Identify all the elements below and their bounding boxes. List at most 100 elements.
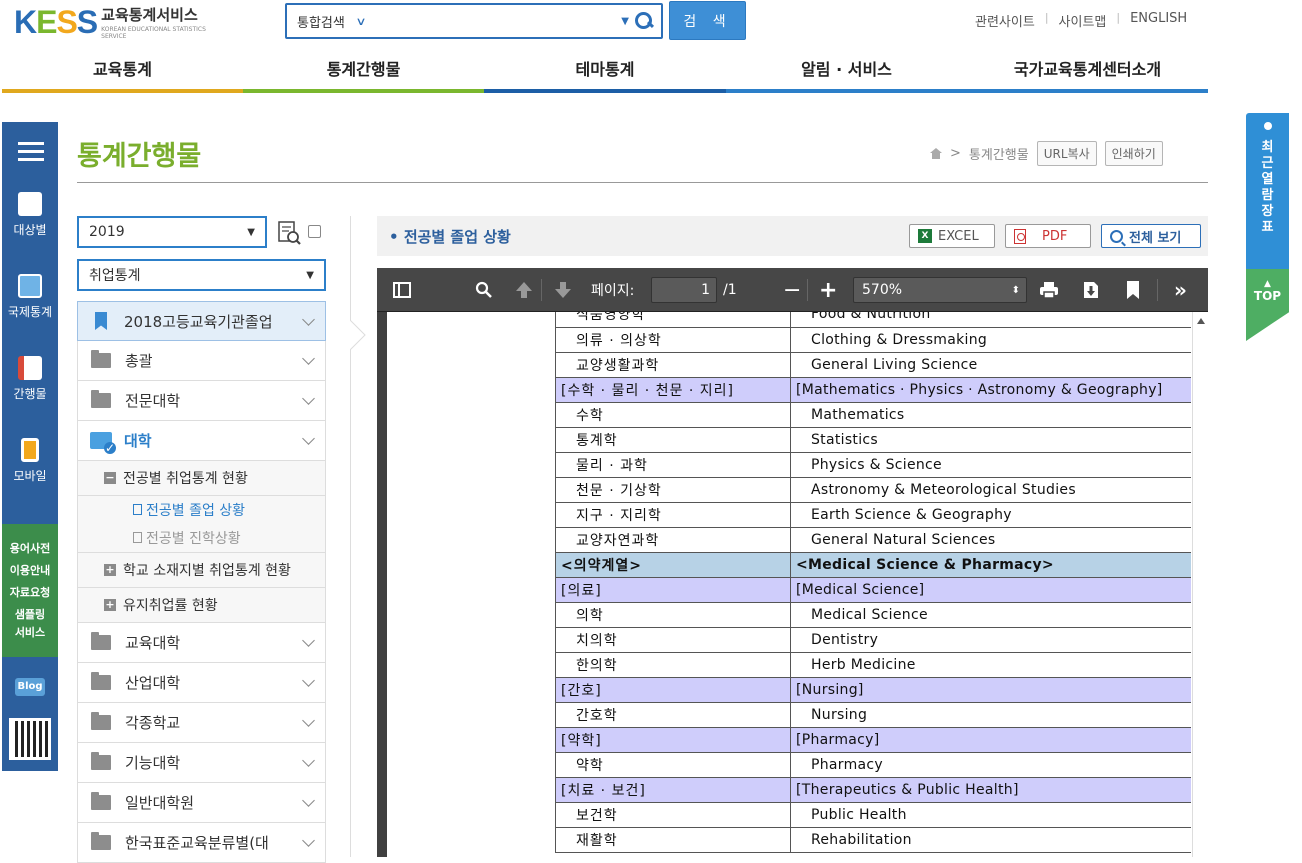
print-button[interactable]: 인쇄하기 [1104,141,1163,166]
quick-item-target[interactable]: 대상별 [2,192,58,238]
english-major-cell: Statistics [790,427,1191,453]
url-copy-button[interactable]: URL복사 [1036,141,1097,166]
more-tools-icon[interactable]: » [1174,268,1187,312]
tree-leaf-major-graduation[interactable]: 전공별 졸업 상황 [77,496,326,523]
korean-major-cell: [약학] [555,727,791,753]
zoom-in-icon[interactable]: + [819,268,837,312]
tree-item-university[interactable]: 대학 [77,421,326,461]
download-icon[interactable] [1083,268,1099,312]
quick-item-label: 대상별 [13,223,47,237]
find-icon[interactable] [475,268,493,312]
pdf-scrollbar[interactable] [1192,312,1208,857]
tree-item-label: 산업대학 [125,674,181,692]
search-button[interactable]: 검 색 [669,1,746,40]
korean-major-cell: 식품영양학 [555,312,791,328]
scroll-up-icon[interactable] [1197,318,1205,324]
korean-major-cell: 의학 [555,602,791,628]
quick-link-glossary[interactable]: 용어사전 [2,540,58,556]
table-row: 재활학 Rehabilitation [555,827,1191,853]
recent-views-button[interactable]: 최근열람장표 [1246,113,1289,269]
quick-link-sampling[interactable]: 샘플링 [2,606,58,622]
korean-major-cell: 한의학 [555,652,791,678]
home-icon[interactable] [930,148,942,159]
excel-download-button[interactable]: X EXCEL [909,224,995,248]
chevron-right-icon [350,320,366,350]
mobile-icon [21,438,39,462]
search-scope-label: 통합검색 [297,15,345,31]
pdf-viewer: 페이지: 1 /1 − + 570% ⬍ » 식품영양학 Food & Nutri… [377,268,1208,857]
english-major-cell: [Mathematics · Physics · Astronomy & Geo… [790,377,1191,403]
tree-leaf-major-advancement[interactable]: 전공별 진학상황 [77,523,326,553]
korean-major-cell: 교양생활과학 [555,352,791,378]
search-input[interactable] [407,5,622,37]
english-major-cell: [Medical Science] [790,577,1191,603]
full-view-label: 전체 보기 [1129,230,1182,246]
viewer-title: • 전공별 졸업 상황 [389,228,511,246]
util-link-related-sites[interactable]: 관련사이트 [975,11,1035,30]
quick-link-service[interactable]: 서비스 [2,624,58,640]
quick-item-mobile[interactable]: 모바일 [2,438,58,484]
table-row: 치의학 Dentistry [555,627,1191,653]
zoom-out-icon[interactable]: − [783,268,801,312]
viewer-title-text: 전공별 졸업 상황 [403,228,511,246]
tree-item-ksced[interactable]: 한국표준교육분류별(대 [77,823,326,863]
korean-major-cell: [수학 · 물리 · 천문 · 지리] [555,377,791,403]
quick-link-guide[interactable]: 이용안내 [2,562,58,578]
previous-page-icon[interactable] [515,268,533,312]
next-page-icon[interactable] [554,268,572,312]
chevron-down-icon: ∨ [355,14,367,28]
scroll-top-button[interactable]: ▲ TOP [1246,269,1289,341]
tree-sub-location-employment[interactable]: + 학교 소재지별 취업통계 현황 [77,553,326,588]
tree-item-industrial-college[interactable]: 산업대학 [77,663,326,703]
qr-code-icon [9,718,51,760]
print-icon[interactable] [1039,268,1059,312]
tree-item-education-college[interactable]: 교육대학 [77,623,326,663]
quick-item-publications[interactable]: 간행물 [2,356,58,402]
table-row: 보건학 Public Health [555,802,1191,828]
quick-nav: 대상별 국제통계 간행물 모바일 용어사전 이용안내 자료요청 샘플링 서비스 … [2,122,58,771]
document-search-icon[interactable] [276,220,302,246]
sidebar-toggle-icon[interactable] [393,268,411,312]
folder-icon [91,350,111,368]
kess-logo[interactable]: KESS 교육통계서비스 KOREAN EDUCATIONAL STATISTI… [14,4,224,40]
zoom-select[interactable]: 570% ⬍ [853,277,1027,303]
expand-icon: + [104,598,116,611]
search-scope-select[interactable]: 통합검색 ∨ [287,12,407,31]
table-row: 수학 Mathematics [555,402,1191,428]
tree-sub-major-employment[interactable]: − 전공별 취업통계 현황 [77,461,326,496]
toolbar-separator [541,268,542,312]
util-link-english[interactable]: ENGLISH [1130,11,1187,30]
select-checkbox[interactable] [308,225,321,238]
gnb-label: 통계간행물 [326,60,401,79]
quick-item-international[interactable]: 국제통계 [2,274,58,320]
tree-item-misc-schools[interactable]: 각종학교 [77,703,326,743]
tree-item-label: 대학 [124,432,152,450]
quick-link-data-request[interactable]: 자료요청 [2,584,58,600]
dropdown-arrow-icon[interactable]: ▼ [621,16,629,27]
tree-sub-retention-rate[interactable]: + 유지취업률 현황 [77,588,326,623]
folder-icon [91,792,111,810]
full-view-button[interactable]: 전체 보기 [1101,224,1201,248]
title-divider [77,182,1208,183]
tree-item-graduate-school[interactable]: 일반대학원 [77,783,326,823]
folder-icon [91,712,111,730]
tree-item-2018-graduates[interactable]: 2018고등교육기관졸업 [77,301,326,341]
tree-item-polytechnic[interactable]: 기능대학 [77,743,326,783]
table-row: 천문 · 기상학 Astronomy & Meteorological Studi… [555,477,1191,503]
category-select[interactable]: 취업통계 ▼ [77,259,326,291]
pdf-download-button[interactable]: PDF [1005,224,1091,248]
search-icon[interactable] [633,10,655,32]
breadcrumb-current[interactable]: 통계간행물 [969,144,1029,163]
page-number-input[interactable]: 1 [651,277,717,303]
tree-item-summary[interactable]: 총괄 [77,341,326,381]
table-row: 통계학 Statistics [555,427,1191,453]
publication-tree: 2018고등교육기관졸업 총괄 전문대학 대학 − 전공별 취업통계 현황 전공… [77,301,326,863]
logo-english-name: KOREAN EDUCATIONAL STATISTICS SERVICE [101,26,206,40]
menu-icon[interactable] [18,142,44,162]
tree-item-junior-college[interactable]: 전문대학 [77,381,326,421]
bookmark-icon [95,312,107,330]
util-link-sitemap[interactable]: 사이트맵 [1059,11,1107,30]
bookmark-icon[interactable] [1127,268,1139,312]
blog-button[interactable]: Blog [15,678,45,696]
year-select[interactable]: 2019 ▼ [77,216,267,248]
